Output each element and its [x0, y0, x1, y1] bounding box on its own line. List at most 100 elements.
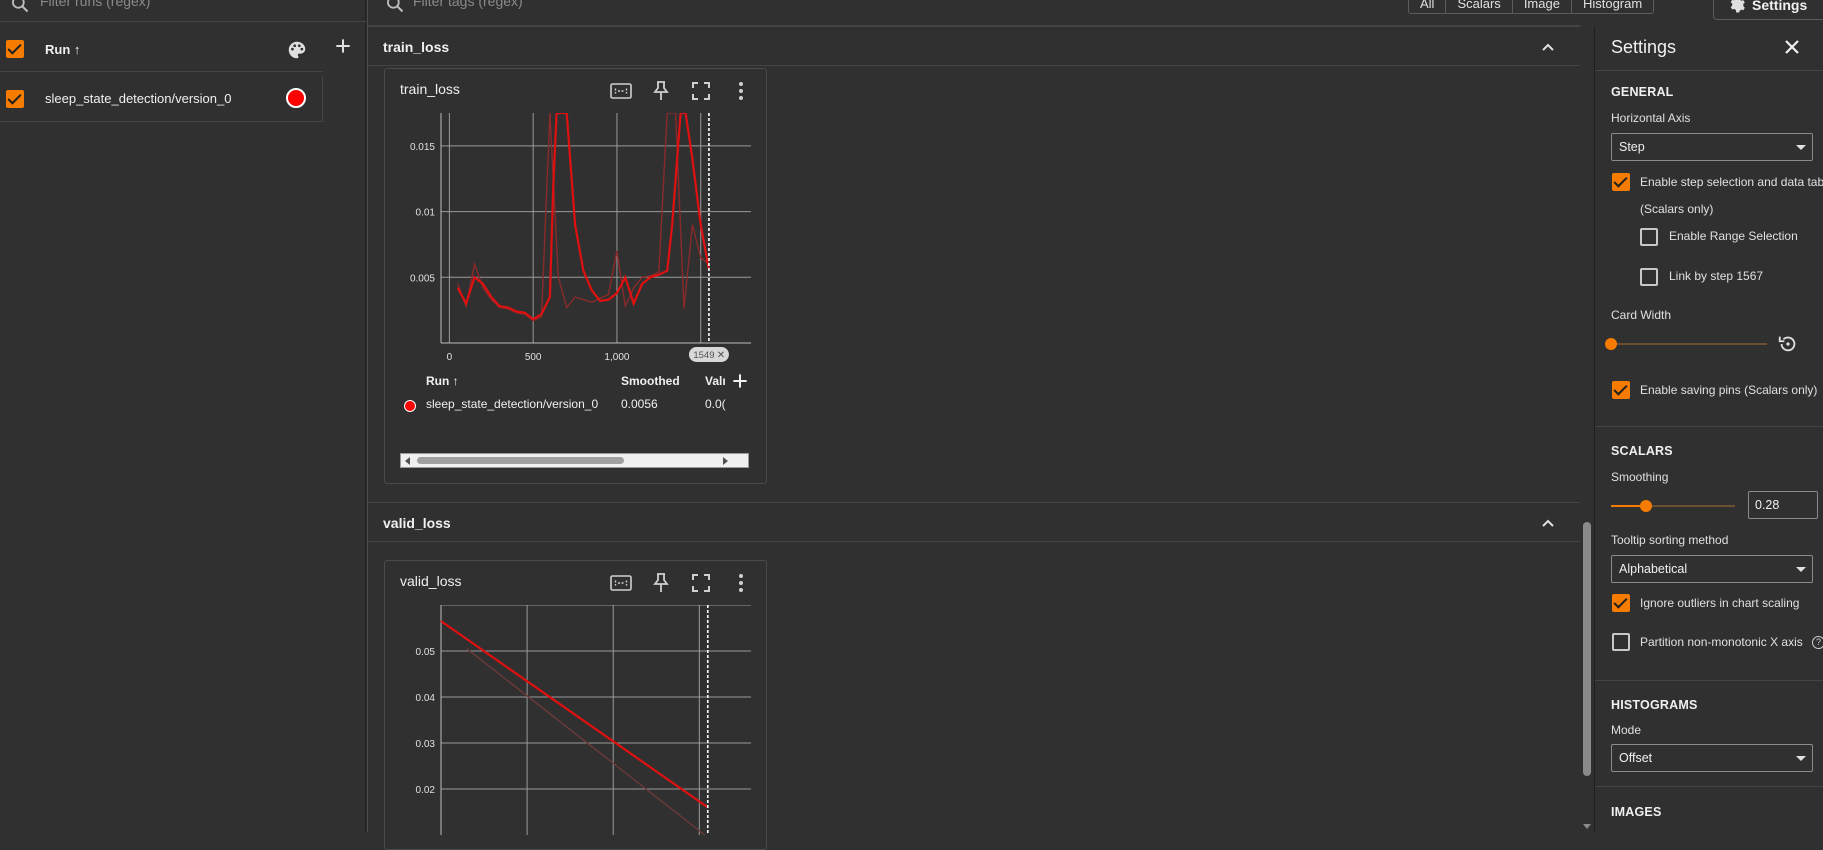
- y-tick-label: 0.04: [416, 693, 436, 704]
- runs-table-header: Run ↑: [0, 28, 350, 72]
- legend-horizontal-scrollbar[interactable]: [400, 453, 749, 468]
- close-icon[interactable]: [1782, 37, 1802, 57]
- chevron-up-icon[interactable]: [1541, 40, 1555, 54]
- card-width-slider-knob[interactable]: [1605, 338, 1617, 350]
- histogram-mode-label: Mode: [1611, 723, 1642, 737]
- fit-domain-icon[interactable]: [609, 79, 633, 103]
- horizontal-axis-value: Step: [1619, 140, 1645, 154]
- smoothing-label: Smoothing: [1611, 470, 1669, 484]
- y-tick-label: 0.01: [416, 208, 436, 219]
- fullscreen-icon[interactable]: [689, 79, 713, 103]
- run-checkbox[interactable]: [6, 90, 24, 108]
- card-width-slider-track[interactable]: [1611, 343, 1767, 345]
- y-tick-label: 0.05: [416, 647, 436, 658]
- add-icon[interactable]: [333, 36, 353, 56]
- tags-filter[interactable]: Filter tags (regex) All Scalars Image Hi…: [368, 0, 1823, 26]
- more-vert-icon[interactable]: [729, 79, 753, 103]
- saving-pins-checkbox[interactable]: [1612, 381, 1630, 399]
- saving-pins-label: Enable saving pins (Scalars only): [1640, 383, 1818, 397]
- pin-icon[interactable]: [649, 79, 673, 103]
- horizontal-axis-select[interactable]: Step: [1611, 133, 1813, 161]
- settings-divider: [1595, 70, 1823, 71]
- settings-divider: [1595, 786, 1823, 787]
- legend-run-header[interactable]: Run ↑: [426, 374, 459, 388]
- dropdown-arrow-icon: [1796, 567, 1806, 572]
- smoothing-input[interactable]: 0.28: [1748, 491, 1818, 519]
- runs-filter[interactable]: Filter runs (regex): [0, 0, 366, 22]
- general-heading: GENERAL: [1611, 85, 1674, 99]
- settings-panel: Settings GENERAL Horizontal Axis Step En…: [1594, 26, 1823, 832]
- scroll-down-icon[interactable]: [1583, 824, 1591, 829]
- scroll-right-icon[interactable]: [723, 457, 728, 465]
- ignore-outliers-checkbox[interactable]: [1612, 594, 1630, 612]
- legend-value-header[interactable]: Valı: [705, 374, 726, 388]
- tooltip-sorting-select[interactable]: Alphabetical: [1611, 555, 1813, 583]
- tab-histogram[interactable]: Histogram: [1572, 0, 1653, 13]
- group-header-train-loss[interactable]: train_loss: [368, 26, 1581, 66]
- settings-button-label: Settings: [1752, 0, 1808, 13]
- tooltip-sorting-value: Alphabetical: [1619, 562, 1688, 576]
- card-title: valid_loss: [400, 573, 462, 589]
- valid-loss-chart[interactable]: 0.02 0.03 0.04 0.05: [385, 605, 768, 835]
- range-selection-checkbox[interactable]: [1640, 228, 1658, 246]
- more-vert-icon[interactable]: [729, 571, 753, 595]
- link-by-step-label: Link by step 1567: [1669, 269, 1764, 283]
- pin-icon[interactable]: [649, 571, 673, 595]
- run-row[interactable]: sleep_state_detection/version_0: [0, 76, 323, 122]
- runs-panel: Filter runs (regex) Run ↑ sleep_state_de…: [0, 0, 366, 832]
- runs-filter-placeholder: Filter runs (regex): [40, 0, 151, 9]
- scrollbar-thumb[interactable]: [417, 457, 624, 464]
- scalars-heading: SCALARS: [1611, 444, 1673, 458]
- step-marker-label: 1549: [693, 350, 714, 361]
- range-selection-label: Enable Range Selection: [1669, 229, 1798, 243]
- run-color-swatch[interactable]: [286, 88, 306, 108]
- tab-scalars[interactable]: Scalars: [1446, 0, 1513, 13]
- close-icon: ✕: [717, 350, 725, 361]
- smoothing-input-value: 0.28: [1755, 498, 1780, 512]
- tooltip-sorting-label: Tooltip sorting method: [1611, 533, 1729, 547]
- main-scrollbar[interactable]: [1580, 26, 1594, 832]
- add-column-icon[interactable]: [730, 371, 750, 391]
- settings-button[interactable]: Settings: [1713, 0, 1823, 20]
- run-column-header[interactable]: Run ↑: [45, 42, 80, 57]
- main-scrollbar-thumb[interactable]: [1583, 522, 1591, 776]
- chevron-up-icon[interactable]: [1541, 516, 1555, 530]
- link-by-step-checkbox[interactable]: [1640, 268, 1658, 286]
- settings-divider: [1595, 426, 1823, 427]
- series-line-smoothed: [456, 113, 710, 321]
- histogram-mode-select[interactable]: Offset: [1611, 744, 1813, 772]
- dropdown-arrow-icon: [1796, 145, 1806, 150]
- palette-icon[interactable]: [286, 39, 308, 61]
- fullscreen-icon[interactable]: [689, 571, 713, 595]
- fit-domain-icon[interactable]: [609, 571, 633, 595]
- group-title: valid_loss: [383, 515, 451, 531]
- partition-checkbox[interactable]: [1612, 633, 1630, 651]
- ignore-outliers-label: Ignore outliers in chart scaling: [1640, 596, 1800, 610]
- group-header-valid-loss[interactable]: valid_loss: [368, 502, 1581, 542]
- tab-image[interactable]: Image: [1513, 0, 1572, 13]
- scroll-left-icon[interactable]: [405, 457, 410, 465]
- plugin-type-tabs: All Scalars Image Histogram: [1408, 0, 1655, 14]
- legend-value: 0.0(: [705, 397, 726, 411]
- select-all-runs-checkbox[interactable]: [6, 40, 24, 58]
- help-icon[interactable]: ?: [1812, 636, 1823, 649]
- train-loss-chart[interactable]: 0.005 0.01 0.015 0 500 1,000 1549 ✕: [385, 113, 768, 363]
- dropdown-arrow-icon: [1796, 756, 1806, 761]
- tab-all[interactable]: All: [1409, 0, 1447, 13]
- images-heading: IMAGES: [1611, 805, 1662, 819]
- legend-smoothed-value: 0.0056: [621, 397, 658, 411]
- step-selection-label: Enable step selection and data table: [1640, 175, 1823, 189]
- horizontal-axis-label: Horizontal Axis: [1611, 111, 1691, 125]
- gear-icon: [1730, 0, 1745, 13]
- y-tick-label: 0.015: [410, 142, 435, 153]
- tags-filter-placeholder: Filter tags (regex): [413, 0, 523, 9]
- scalar-card-train-loss: train_loss 0.005 0.01 0.015 0 500 1,000 1549 ✕ …: [384, 68, 767, 484]
- smoothing-slider-knob[interactable]: [1640, 500, 1652, 512]
- step-selection-checkbox[interactable]: [1612, 173, 1630, 191]
- legend-smoothed-header[interactable]: Smoothed: [621, 374, 680, 388]
- search-icon: [12, 0, 29, 13]
- settings-divider: [1595, 680, 1823, 681]
- series-line-smoothed: [440, 620, 709, 809]
- reset-icon[interactable]: [1777, 333, 1799, 355]
- group-title: train_loss: [383, 39, 450, 55]
